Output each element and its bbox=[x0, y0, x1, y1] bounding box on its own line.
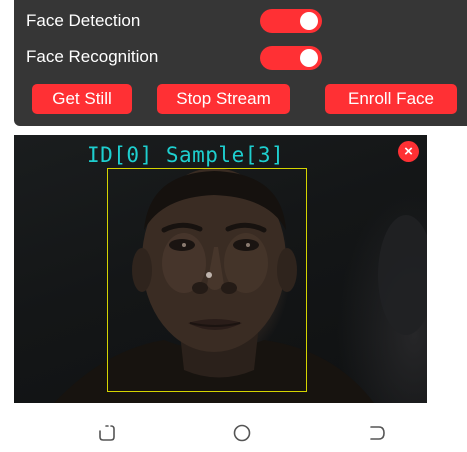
close-icon: × bbox=[404, 143, 413, 160]
face-recognition-label: Face Recognition bbox=[26, 47, 159, 66]
face-recognition-row: Face Recognition bbox=[26, 43, 158, 71]
home-icon[interactable] bbox=[229, 420, 255, 446]
back-icon[interactable] bbox=[364, 420, 390, 446]
recent-apps-icon[interactable] bbox=[94, 420, 120, 446]
face-detection-row: Face Detection bbox=[26, 7, 140, 35]
get-still-button[interactable]: Get Still bbox=[32, 84, 132, 114]
enroll-face-button[interactable]: Enroll Face bbox=[325, 84, 457, 114]
switch-knob bbox=[300, 12, 318, 30]
close-stream-button[interactable]: × bbox=[398, 141, 419, 162]
face-detection-box bbox=[107, 168, 307, 392]
camera-stream: ID[0] Sample[3] × bbox=[14, 135, 427, 403]
face-detection-label: Face Detection bbox=[26, 11, 141, 30]
switch-knob bbox=[300, 49, 318, 67]
control-panel: Face Detection Face Recognition Get Stil… bbox=[14, 0, 467, 126]
stop-stream-button[interactable]: Stop Stream bbox=[157, 84, 290, 114]
face-detection-switch[interactable] bbox=[260, 9, 322, 33]
face-recognition-switch[interactable] bbox=[260, 46, 322, 70]
navigation-bar bbox=[0, 412, 467, 452]
face-id-label: ID[0] Sample[3] bbox=[87, 143, 285, 167]
